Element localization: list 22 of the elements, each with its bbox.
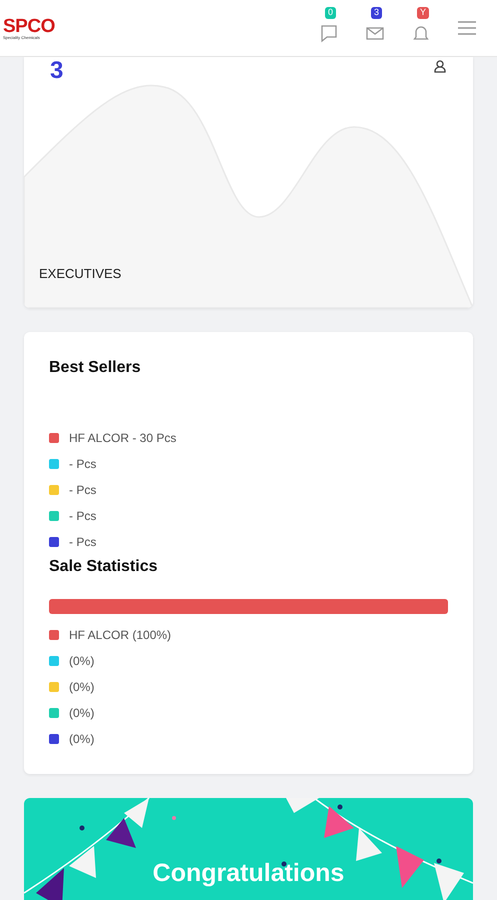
- best-sellers-title: Best Sellers: [49, 358, 142, 378]
- chat-icon[interactable]: [319, 23, 339, 43]
- legend-label: - Pcs: [69, 534, 96, 551]
- legend-label: HF ALCOR - 30 Pcs: [69, 430, 176, 447]
- count-badge: 0: [325, 7, 336, 19]
- legend-label: - Pcs: [69, 456, 96, 473]
- logo[interactable]: SPCO: [3, 16, 55, 36]
- count-badge: Y: [417, 7, 430, 19]
- legend-label: HF ALCOR (100%): [69, 627, 172, 644]
- sale-statistics-title: Sale Statistics: [49, 557, 158, 577]
- legend-label: (0%): [69, 679, 94, 696]
- legend-label: (0%): [69, 705, 94, 722]
- user-icon: [433, 59, 447, 73]
- menu-icon[interactable]: [457, 20, 477, 36]
- legend-label: (0%): [69, 653, 94, 670]
- executives-count: 3: [50, 57, 64, 86]
- congratulations-title: Congratulations: [152, 860, 346, 888]
- legend-label: - Pcs: [69, 482, 96, 499]
- legend-label: (0%): [69, 731, 94, 748]
- executives-label: EXECUTIVES: [39, 265, 122, 283]
- legend-label: - Pcs: [69, 508, 96, 525]
- count-badge: 3: [371, 7, 382, 19]
